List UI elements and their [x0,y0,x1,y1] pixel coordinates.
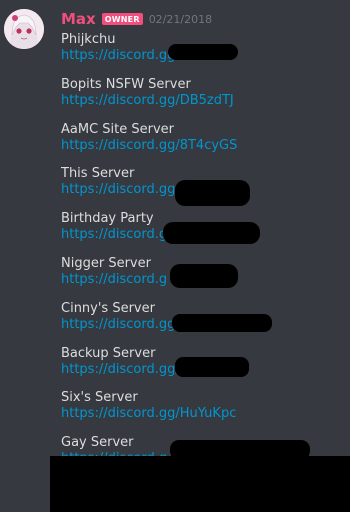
redaction-mark [172,314,272,332]
message-timestamp: 02/21/2018 [148,12,213,26]
owner-badge: OWNER [101,13,143,25]
chat-message: Max OWNER 02/21/2018 Phijkchu https://di… [0,0,350,512]
server-name: AaMC Site Server [61,122,175,137]
redaction-mark [175,180,250,206]
server-entry: Bopits NSFW Server https://discord.gg/DB… [61,77,346,108]
server-entry: Six's Server https://discord.gg/HuYuKpc [61,390,346,421]
redaction-mark [170,264,238,288]
redaction-block [50,456,350,512]
server-entry: AaMC Site Server https://discord.gg/8T4c… [61,122,346,153]
invite-link[interactable]: https://discord.gg/HuYuKpc [61,406,346,421]
server-name: This Server [61,166,135,181]
avatar-image-icon [4,9,44,49]
invite-link[interactable]: https://discord.gg/DB5zdTJ [61,93,346,108]
invite-link[interactable]: https://discord.gg/8T4cyGS [61,138,346,153]
redaction-mark [168,44,238,60]
avatar[interactable] [4,9,44,49]
message-header: Max OWNER 02/21/2018 [61,10,212,28]
redaction-mark [163,222,260,244]
server-name: Six's Server [61,390,138,405]
redaction-mark [175,357,249,377]
author-name[interactable]: Max [61,10,96,28]
server-name: Bopits NSFW Server [61,77,191,92]
